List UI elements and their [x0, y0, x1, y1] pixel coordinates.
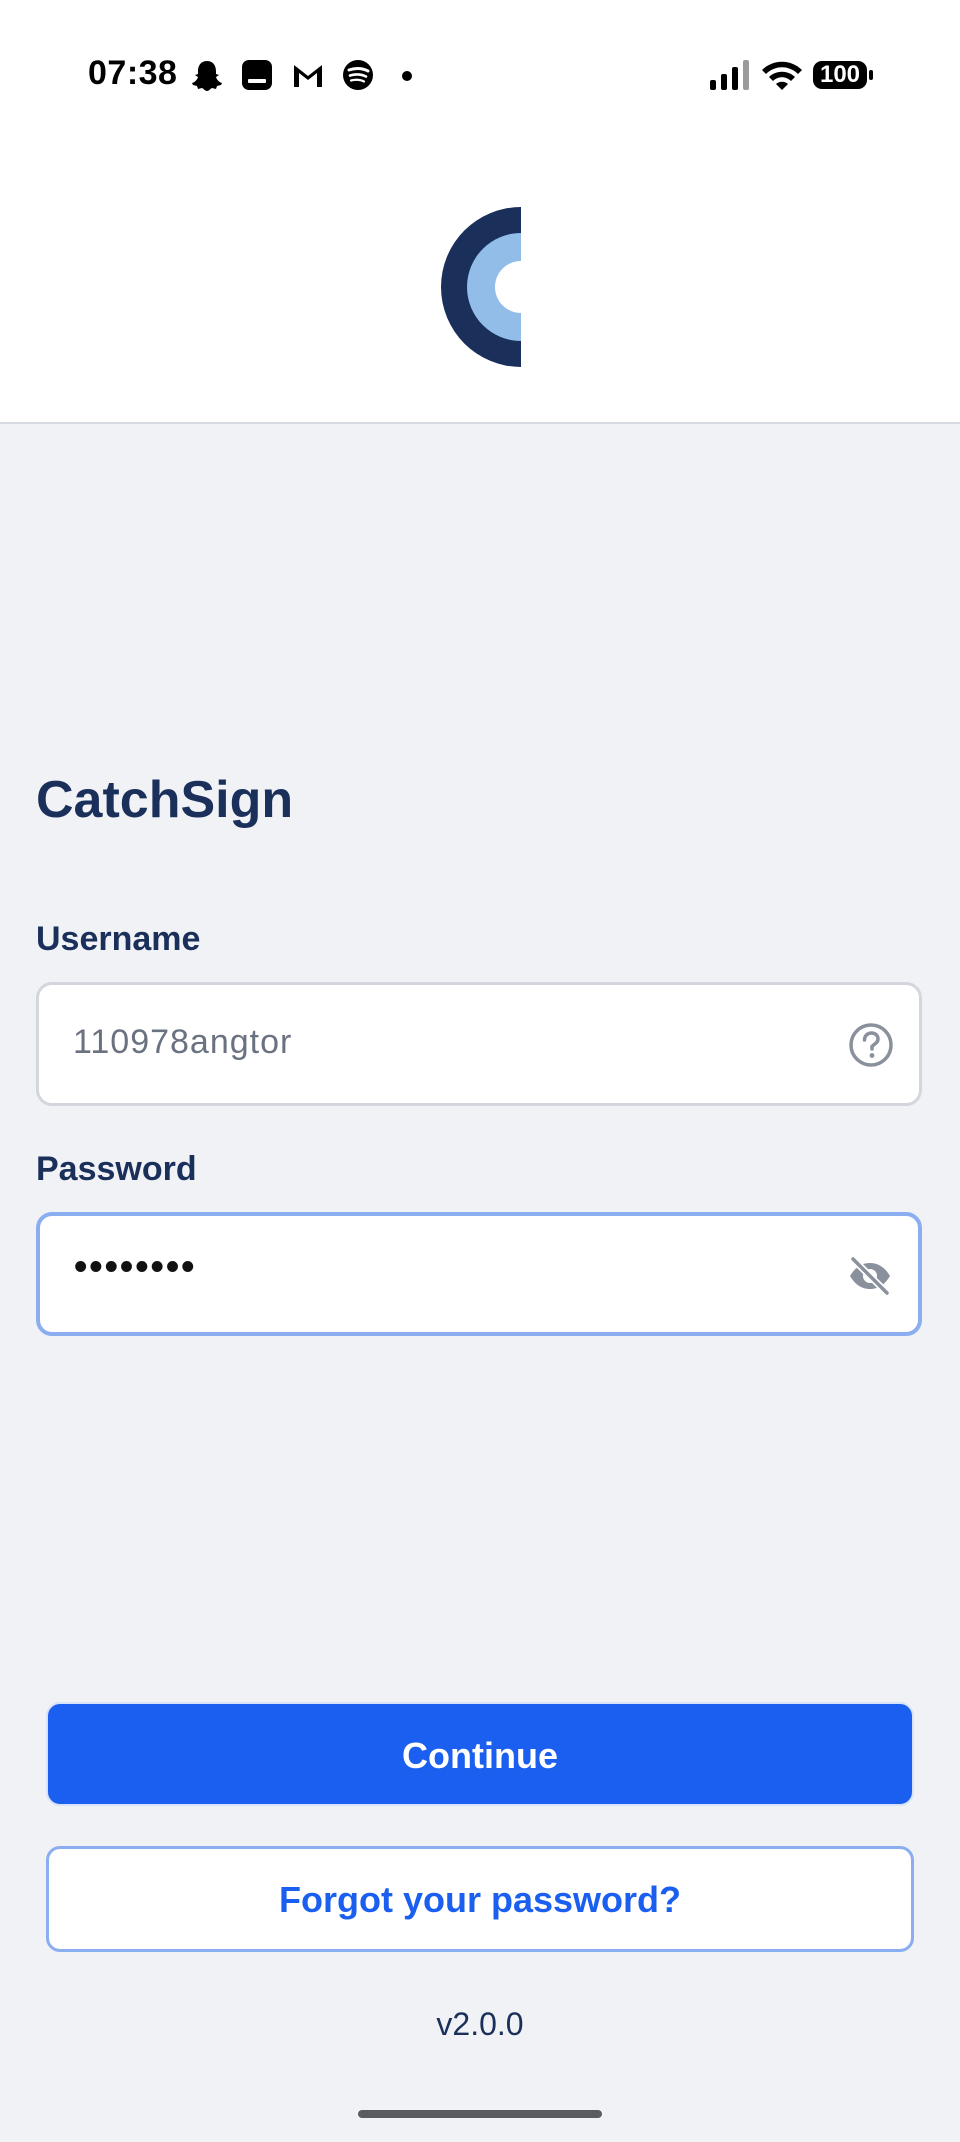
status-time: 07:38 [88, 54, 178, 92]
header [0, 150, 960, 424]
wifi-icon [762, 61, 802, 90]
password-field[interactable]: •••••••• [36, 1212, 922, 1336]
status-bar: 07:38 100 [0, 0, 960, 150]
snapchat-icon [192, 61, 222, 91]
app-title: CatchSign [36, 771, 294, 829]
eye-off-icon[interactable] [846, 1252, 894, 1300]
dot-icon [402, 71, 412, 81]
forgot-password-button[interactable]: Forgot your password? [46, 1846, 914, 1952]
catchsign-logo-icon [441, 207, 521, 367]
password-label: Password [36, 1150, 197, 1188]
password-value: •••••••• [74, 1246, 197, 1288]
question-circle-icon[interactable] [847, 1021, 895, 1069]
username-label: Username [36, 920, 201, 958]
spotify-icon [343, 60, 373, 90]
username-value: 110978angtor [73, 1023, 293, 1061]
username-field[interactable]: 110978angtor [36, 982, 922, 1106]
continue-button[interactable]: Continue [46, 1702, 914, 1806]
signal-icon [710, 60, 749, 90]
app-icon [242, 60, 272, 90]
app-version: v2.0.0 [436, 2006, 524, 2042]
gmail-icon [294, 65, 322, 87]
home-indicator[interactable] [358, 2110, 602, 2118]
battery-level: 100 [819, 61, 861, 88]
